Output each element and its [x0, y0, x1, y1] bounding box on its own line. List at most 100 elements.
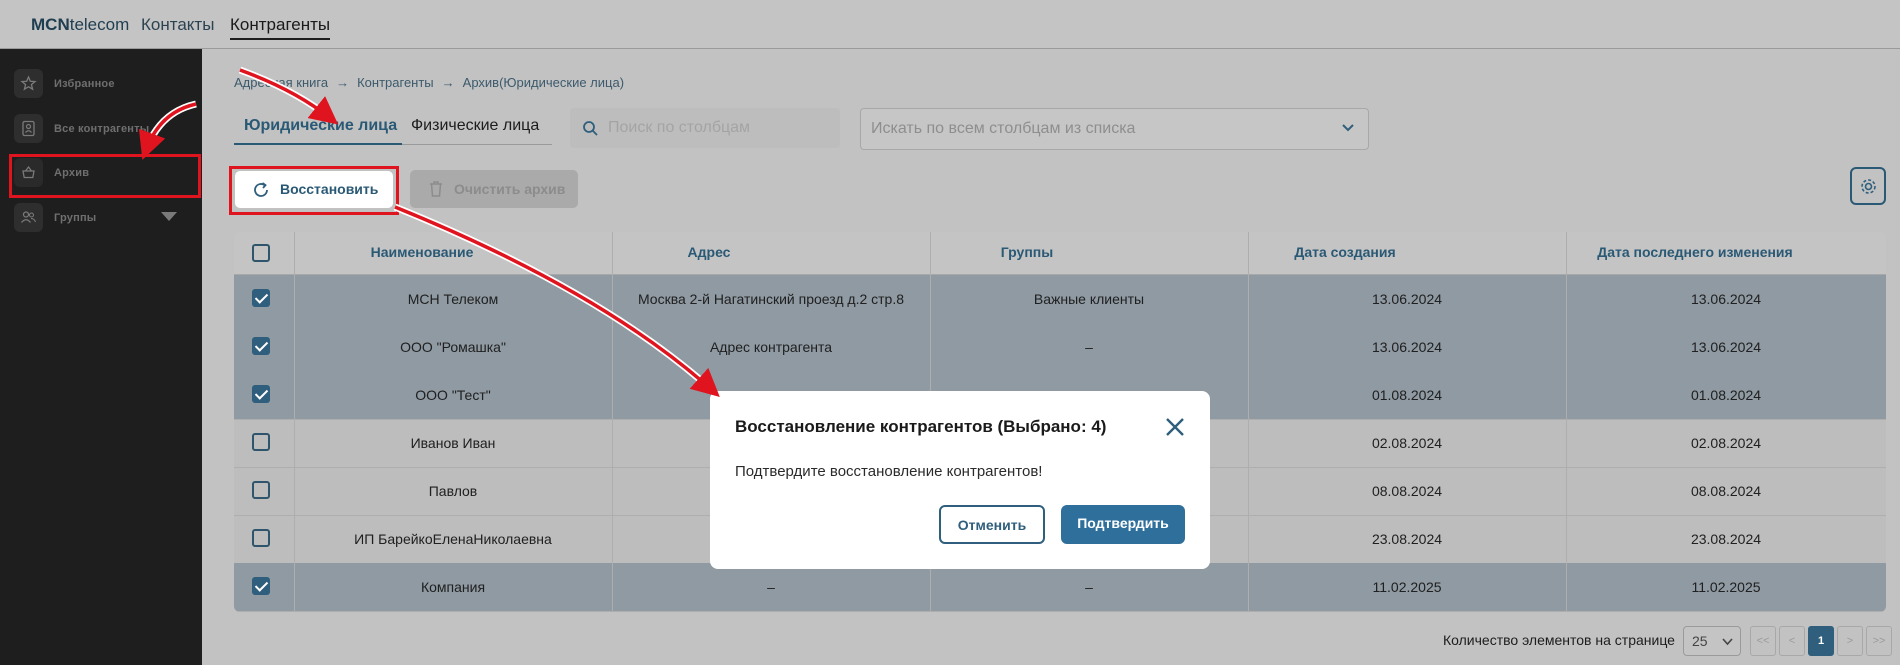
table-cell-created: 01.08.2024 [1371, 387, 1443, 403]
column-divider [1566, 232, 1567, 612]
table-cell-name: ИП БарейкоЕленаНиколаевна [354, 531, 552, 547]
breadcrumb-item: Архив(Юридические лица) [462, 75, 625, 90]
table-cell-modified: 08.08.2024 [1690, 483, 1762, 499]
row-checkbox[interactable] [252, 337, 270, 355]
clear-archive-button-label: Очистить архив [454, 181, 566, 197]
table-cell-modified: 23.08.2024 [1690, 531, 1762, 547]
nav-contacts[interactable]: Контакты [141, 15, 214, 35]
column-header-modified[interactable]: Дата последнего изменения [1504, 244, 1886, 260]
gear-icon [1861, 179, 1876, 194]
arrow-right-icon: → [441, 75, 455, 90]
table-cell-address: Адрес контрагента [709, 339, 833, 355]
column-header-groups[interactable]: Группы [868, 244, 1186, 260]
per-page-select[interactable]: 25 [1683, 626, 1741, 656]
confirm-button-label: Подтвердить [1077, 515, 1169, 531]
table-header: Наименование Адрес Группы Дата создания … [234, 232, 1886, 275]
table-cell-created: 23.08.2024 [1371, 531, 1443, 547]
close-icon[interactable] [1163, 415, 1187, 439]
tab-individuals[interactable]: Физические лица [411, 117, 539, 135]
table-cell-modified: 01.08.2024 [1690, 387, 1762, 403]
users-icon [14, 203, 43, 232]
page-button-current[interactable]: 1 [1808, 626, 1834, 656]
prev-page-button[interactable]: < [1779, 626, 1805, 656]
row-checkbox[interactable] [252, 481, 270, 499]
sidebar-item-favorites[interactable]: Избранное [14, 69, 194, 99]
sidebar-item-label: Избранное [54, 78, 115, 90]
arrow-right-icon: → [336, 75, 350, 90]
search-placeholder: Поиск по столбцам [608, 119, 751, 136]
column-divider [294, 232, 295, 612]
column-divider [612, 232, 613, 612]
row-checkbox[interactable] [252, 529, 270, 547]
contact-card-icon [14, 114, 43, 143]
sidebar-item-groups[interactable]: Группы [14, 203, 194, 233]
dialog-title: Восстановление контрагентов (Выбрано: 4) [735, 417, 1107, 436]
star-icon [14, 69, 43, 98]
nav-counterparties[interactable]: Контрагенты [230, 15, 331, 40]
column-header-name[interactable]: Наименование [294, 244, 550, 260]
table-cell-name: ООО "Ромашка" [400, 339, 506, 355]
table-cell-created: 13.06.2024 [1371, 339, 1443, 355]
table-cell-modified: 11.02.2025 [1691, 579, 1761, 595]
table-cell-address: – [767, 579, 775, 595]
sidebar: Избранное Все контрагенты Архив Группы [0, 49, 202, 665]
breadcrumb-item[interactable]: Контрагенты [357, 75, 434, 90]
chevron-down-icon [1342, 124, 1354, 132]
table-cell-name: Иванов Иван [410, 435, 496, 451]
tab-legal-entities[interactable]: Юридические лица [244, 117, 397, 135]
sidebar-item-all-counterparties[interactable]: Все контрагенты [14, 114, 194, 144]
row-checkbox[interactable] [252, 385, 270, 403]
column-divider [1248, 232, 1249, 612]
annotation-highlight-archive [9, 154, 201, 198]
search-input[interactable]: Поиск по столбцам [570, 108, 840, 148]
table-settings-button[interactable] [1850, 167, 1886, 205]
sidebar-item-label: Группы [54, 212, 97, 224]
select-placeholder: Искать по всем столбцам из списка [871, 120, 1136, 137]
sidebar-item-label: Все контрагенты [54, 123, 150, 135]
restore-confirm-dialog: Восстановление контрагентов (Выбрано: 4)… [710, 391, 1210, 569]
top-bar: MCNtelecom Контакты Контрагенты [0, 0, 1900, 49]
table-cell-modified: 02.08.2024 [1690, 435, 1762, 451]
table-row[interactable]: МСН Телеком Москва 2-й Нагатинский проезд… [234, 275, 1886, 324]
table-cell-created: 08.08.2024 [1371, 483, 1443, 499]
row-checkbox[interactable] [252, 433, 270, 451]
last-page-button[interactable]: >> [1866, 626, 1892, 656]
trash-icon [430, 181, 442, 197]
row-checkbox[interactable] [252, 577, 270, 595]
table-cell-created: 13.06.2024 [1371, 291, 1443, 307]
dialog-message: Подтвердите восстановление контрагентов! [735, 463, 1043, 480]
app-logo[interactable]: MCNtelecom [31, 15, 129, 35]
column-header-created[interactable]: Дата создания [1186, 244, 1504, 260]
next-page-button[interactable]: > [1837, 626, 1863, 656]
chevron-down-icon [1722, 638, 1733, 646]
active-tab-indicator [234, 143, 402, 145]
table-cell-groups: – [1085, 579, 1093, 595]
cancel-button[interactable]: Отменить [939, 505, 1045, 544]
table-cell-address: Москва 2-й Нагатинский проезд д.2 стр.8 [637, 291, 905, 307]
column-header-address[interactable]: Адрес [550, 244, 868, 260]
table-row[interactable]: Компания – – 11.02.2025 11.02.2025 [234, 563, 1886, 612]
chevron-down-icon[interactable] [161, 212, 177, 221]
breadcrumb: Адресная книга → Контрагенты → Архив(Юридиче… [234, 75, 624, 90]
breadcrumb-item[interactable]: Адресная книга [234, 75, 328, 90]
cancel-button-label: Отменить [957, 517, 1027, 533]
tab-divider [402, 144, 552, 145]
first-page-button[interactable]: << [1750, 626, 1776, 656]
row-checkbox[interactable] [252, 289, 270, 307]
per-page-label: Количество элементов на странице [1443, 632, 1675, 648]
table-cell-name: Компания [420, 579, 486, 595]
table-cell-groups: – [1085, 339, 1093, 355]
annotation-highlight-restore [229, 166, 399, 215]
table-cell-groups: Важные клиенты [1033, 291, 1145, 307]
search-icon [583, 121, 598, 136]
table-row[interactable]: ООО "Ромашка" Адрес контрагента – 13.06.202… [234, 323, 1886, 372]
clear-archive-button[interactable]: Очистить архив [410, 170, 578, 208]
select-all-checkbox[interactable] [252, 244, 270, 262]
column-filter-select[interactable]: Искать по всем столбцам из списка [860, 108, 1369, 150]
per-page-value: 25 [1692, 633, 1708, 649]
table-cell-modified: 13.06.2024 [1690, 339, 1762, 355]
table-cell-modified: 13.06.2024 [1690, 291, 1762, 307]
table-cell-created: 11.02.2025 [1372, 579, 1442, 595]
confirm-button[interactable]: Подтвердить [1061, 505, 1185, 544]
table-cell-name: МСН Телеком [407, 291, 499, 307]
